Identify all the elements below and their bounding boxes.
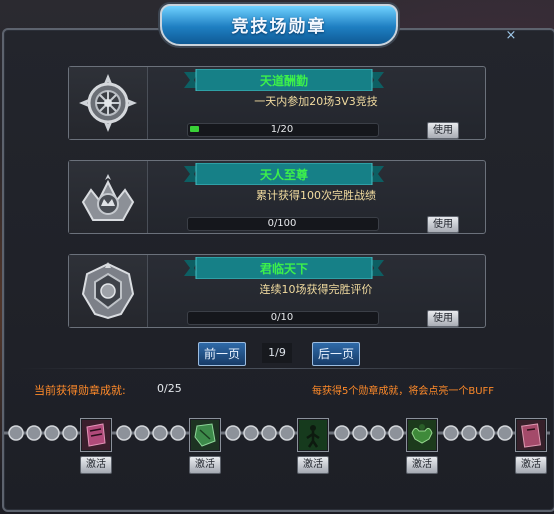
progress-text: 1/20 xyxy=(270,124,294,135)
buff-slot[interactable] xyxy=(189,418,221,452)
close-icon[interactable]: × xyxy=(503,29,519,43)
divider xyxy=(18,368,538,369)
crown-medal-icon xyxy=(81,174,135,221)
achievement-desc: 累计获得100次完胜战绩 xyxy=(256,189,376,202)
buff-slot[interactable] xyxy=(515,418,547,452)
crest-medal-icon xyxy=(81,262,135,320)
prev-page-button[interactable]: 前一页 xyxy=(198,342,246,366)
activate-button[interactable]: 激活 xyxy=(515,456,547,474)
achievement-desc: 一天内参加20场3V3竞技 xyxy=(254,95,378,108)
activate-button[interactable]: 激活 xyxy=(406,456,438,474)
use-button[interactable]: 使用 xyxy=(427,310,459,327)
achievement-name: 天道酬勤 xyxy=(259,74,308,88)
figure-buff-icon xyxy=(299,420,327,450)
next-page-button[interactable]: 后一页 xyxy=(312,342,360,366)
achievement-card: 天道酬勤 一天内参加20场3V3竞技 1/20 使用 xyxy=(68,66,486,140)
buff-slot[interactable] xyxy=(297,418,329,452)
achievement-name: 天人至尊 xyxy=(259,168,308,182)
medal-count-label: 当前获得勋章成就: xyxy=(34,384,126,397)
medal-panel xyxy=(69,255,148,327)
buff-slot[interactable] xyxy=(80,418,112,452)
window-title-bar: 竞技场勋章 xyxy=(160,4,398,46)
medal-count-value: 0/25 xyxy=(157,382,182,395)
medal-panel xyxy=(69,67,148,139)
achievement-desc: 连续10场获得完胜评价 xyxy=(259,283,373,296)
use-button[interactable]: 使用 xyxy=(427,216,459,233)
use-button[interactable]: 使用 xyxy=(427,122,459,139)
muscle-buff-icon xyxy=(408,420,436,450)
buff-slot[interactable] xyxy=(406,418,438,452)
activate-button[interactable]: 激活 xyxy=(297,456,329,474)
activate-button[interactable]: 激活 xyxy=(80,456,112,474)
page-indicator: 1/9 xyxy=(262,343,292,363)
stone-buff-icon xyxy=(191,420,219,450)
scroll-buff-icon xyxy=(82,420,110,450)
wheel-medal-icon xyxy=(79,74,137,132)
buff-note: 每获得5个勋章成就，将会点亮一个BUFF xyxy=(312,386,495,397)
progress-text: 0/10 xyxy=(270,312,294,323)
achievement-name: 君临天下 xyxy=(259,262,308,276)
achievement-card: 君临天下 连续10场获得完胜评价 0/10 使用 xyxy=(68,254,486,328)
progress-text: 0/100 xyxy=(267,218,297,229)
achievement-card: 天人至尊 累计获得100次完胜战绩 0/100 使用 xyxy=(68,160,486,234)
activate-button[interactable]: 激活 xyxy=(189,456,221,474)
book-buff-icon xyxy=(517,420,545,450)
window-title: 竞技场勋章 xyxy=(231,17,327,37)
medal-panel xyxy=(69,161,148,233)
